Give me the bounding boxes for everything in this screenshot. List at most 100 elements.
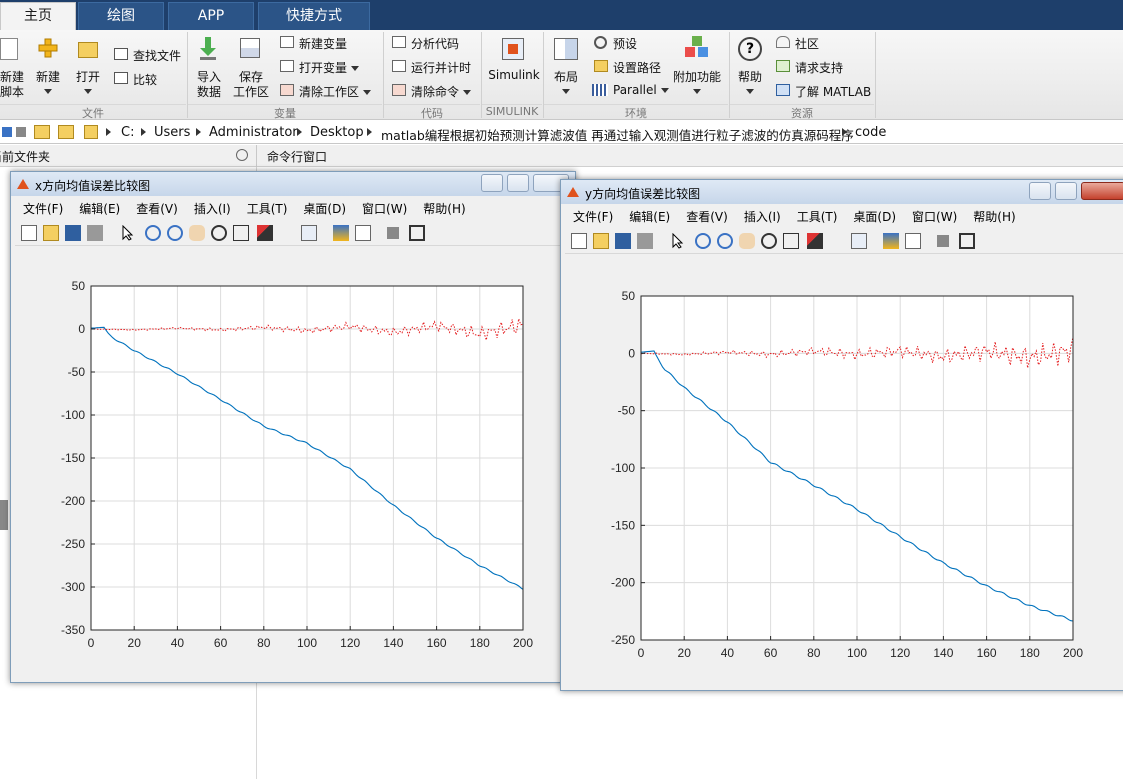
pointer-icon[interactable] xyxy=(669,232,685,249)
menu-view[interactable]: 查看(V) xyxy=(128,198,186,219)
layout-dropdown-arrow[interactable] xyxy=(550,84,582,98)
back-icon[interactable] xyxy=(2,127,12,137)
parallel-button[interactable]: Parallel xyxy=(613,83,669,97)
folder-icon[interactable] xyxy=(78,42,98,58)
save-icon[interactable] xyxy=(615,233,631,249)
menu-edit[interactable]: 编辑(E) xyxy=(621,206,678,227)
layout-button[interactable]: 布局 xyxy=(550,68,582,85)
menu-file[interactable]: 文件(F) xyxy=(15,198,71,219)
import-label-2[interactable]: 数据 xyxy=(192,83,226,100)
panel-menu-icon[interactable] xyxy=(236,149,248,161)
community-link[interactable]: 社区 xyxy=(795,35,819,52)
addons-icon[interactable] xyxy=(684,36,710,60)
hide-plot-tools-icon[interactable] xyxy=(937,235,949,247)
clear-commands-button[interactable]: 清除命令 xyxy=(411,83,471,100)
path-segment-code[interactable]: code xyxy=(855,125,886,140)
menu-desktop[interactable]: 桌面(D) xyxy=(845,206,904,227)
menu-edit[interactable]: 编辑(E) xyxy=(71,198,128,219)
menu-window[interactable]: 窗口(W) xyxy=(354,198,415,219)
help-button[interactable]: 帮助 xyxy=(734,68,766,85)
menu-tools[interactable]: 工具(T) xyxy=(789,206,846,227)
pan-hand-icon[interactable] xyxy=(739,233,755,249)
new-variable-button[interactable]: 新建变量 xyxy=(299,35,347,52)
data-cursor-icon[interactable] xyxy=(233,225,249,241)
figure-titlebar[interactable]: x方向均值误差比较图 xyxy=(11,172,575,196)
figure-window-y[interactable]: y方向均值误差比较图 文件(F) 编辑(E) 查看(V) 插入(I) 工具(T) 桌面(D… xyxy=(560,179,1123,691)
open-variable-button[interactable]: 打开变量 xyxy=(299,59,359,76)
new-button[interactable]: 新建 xyxy=(32,68,64,85)
chart-x-error[interactable]: 0 20 40 60 80 100 120 140 160 180 200 50 0 -50 -100 -15… xyxy=(51,276,551,656)
up-folder-icon[interactable] xyxy=(34,125,50,139)
new-figure-icon[interactable] xyxy=(21,225,37,241)
plus-icon[interactable] xyxy=(38,38,58,58)
simulink-icon[interactable] xyxy=(502,38,524,60)
path-segment-drive[interactable]: C: xyxy=(121,125,134,140)
save-icon[interactable] xyxy=(65,225,81,241)
open-file-icon[interactable] xyxy=(43,225,59,241)
import-icon[interactable] xyxy=(198,36,218,60)
tab-home[interactable]: 主页 xyxy=(0,2,76,30)
tab-apps[interactable]: APP xyxy=(168,2,254,30)
menu-tools[interactable]: 工具(T) xyxy=(239,198,296,219)
new-dropdown-arrow[interactable] xyxy=(32,84,64,98)
pan-hand-icon[interactable] xyxy=(189,225,205,241)
save-workspace-icon[interactable] xyxy=(240,38,260,58)
maximize-button[interactable] xyxy=(507,174,529,192)
path-segment-desktop[interactable]: Desktop xyxy=(310,125,364,140)
find-files-button[interactable]: 查找文件 xyxy=(133,47,181,64)
address-bar[interactable]: C: Users Administrator Desktop matlab编程根… xyxy=(0,122,1123,144)
menu-help[interactable]: 帮助(H) xyxy=(415,198,473,219)
link-plot-icon[interactable] xyxy=(301,225,317,241)
new-figure-icon[interactable] xyxy=(571,233,587,249)
preferences-button[interactable]: 预设 xyxy=(613,35,637,52)
hide-plot-tools-icon[interactable] xyxy=(387,227,399,239)
rotate-3d-icon[interactable] xyxy=(761,233,777,249)
link-plot-icon[interactable] xyxy=(851,233,867,249)
zoom-out-icon[interactable] xyxy=(717,233,733,249)
help-icon[interactable]: ? xyxy=(738,37,762,61)
set-path-button[interactable]: 设置路径 xyxy=(613,59,661,76)
print-icon[interactable] xyxy=(637,233,653,249)
learn-matlab-link[interactable]: 了解 MATLAB xyxy=(795,83,871,100)
show-plot-tools-icon[interactable] xyxy=(959,233,975,249)
maximize-button[interactable] xyxy=(1055,182,1077,200)
show-plot-tools-icon[interactable] xyxy=(409,225,425,241)
forward-icon[interactable] xyxy=(16,127,26,137)
menu-insert[interactable]: 插入(I) xyxy=(736,206,789,227)
colorbar-icon[interactable] xyxy=(333,225,349,241)
menu-window[interactable]: 窗口(W) xyxy=(904,206,965,227)
print-icon[interactable] xyxy=(87,225,103,241)
open-file-icon[interactable] xyxy=(593,233,609,249)
path-segment-users[interactable]: Users xyxy=(154,125,190,140)
zoom-in-icon[interactable] xyxy=(145,225,161,241)
menu-insert[interactable]: 插入(I) xyxy=(186,198,239,219)
tab-shortcuts[interactable]: 快捷方式 xyxy=(258,2,370,30)
help-dropdown-arrow[interactable] xyxy=(734,84,766,98)
close-button[interactable] xyxy=(1081,182,1123,200)
zoom-in-icon[interactable] xyxy=(695,233,711,249)
new-script-label-2[interactable]: 脚本 xyxy=(0,83,24,100)
brush-icon[interactable] xyxy=(257,225,273,241)
chart-y-error[interactable]: 0 20 40 60 80 100 120 140 160 180 200 50 0 -50 -100 -15… xyxy=(601,286,1101,666)
colorbar-icon[interactable] xyxy=(883,233,899,249)
open-dropdown-arrow[interactable] xyxy=(72,84,104,98)
brush-icon[interactable] xyxy=(807,233,823,249)
data-cursor-icon[interactable] xyxy=(783,233,799,249)
menu-help[interactable]: 帮助(H) xyxy=(965,206,1023,227)
analyze-code-button[interactable]: 分析代码 xyxy=(411,35,459,52)
save-ws-label-2[interactable]: 工作区 xyxy=(232,83,270,100)
legend-icon[interactable] xyxy=(355,225,371,241)
open-button[interactable]: 打开 xyxy=(72,68,104,85)
zoom-out-icon[interactable] xyxy=(167,225,183,241)
minimize-button[interactable] xyxy=(481,174,503,192)
clear-workspace-button[interactable]: 清除工作区 xyxy=(299,83,371,100)
path-segment-project[interactable]: matlab编程根据初始预测计算滤波值 再通过输入观测值进行粒子滤波的仿真源码程… xyxy=(381,125,854,144)
path-segment-user[interactable]: Administrator xyxy=(209,125,298,140)
browse-folder-icon[interactable] xyxy=(58,125,74,139)
figure-titlebar[interactable]: y方向均值误差比较图 xyxy=(561,180,1123,204)
addons-dropdown-arrow[interactable] xyxy=(670,84,724,98)
new-script-icon[interactable] xyxy=(0,38,18,60)
legend-icon[interactable] xyxy=(905,233,921,249)
layout-icon[interactable] xyxy=(554,38,578,60)
simulink-button[interactable]: Simulink xyxy=(486,68,542,82)
